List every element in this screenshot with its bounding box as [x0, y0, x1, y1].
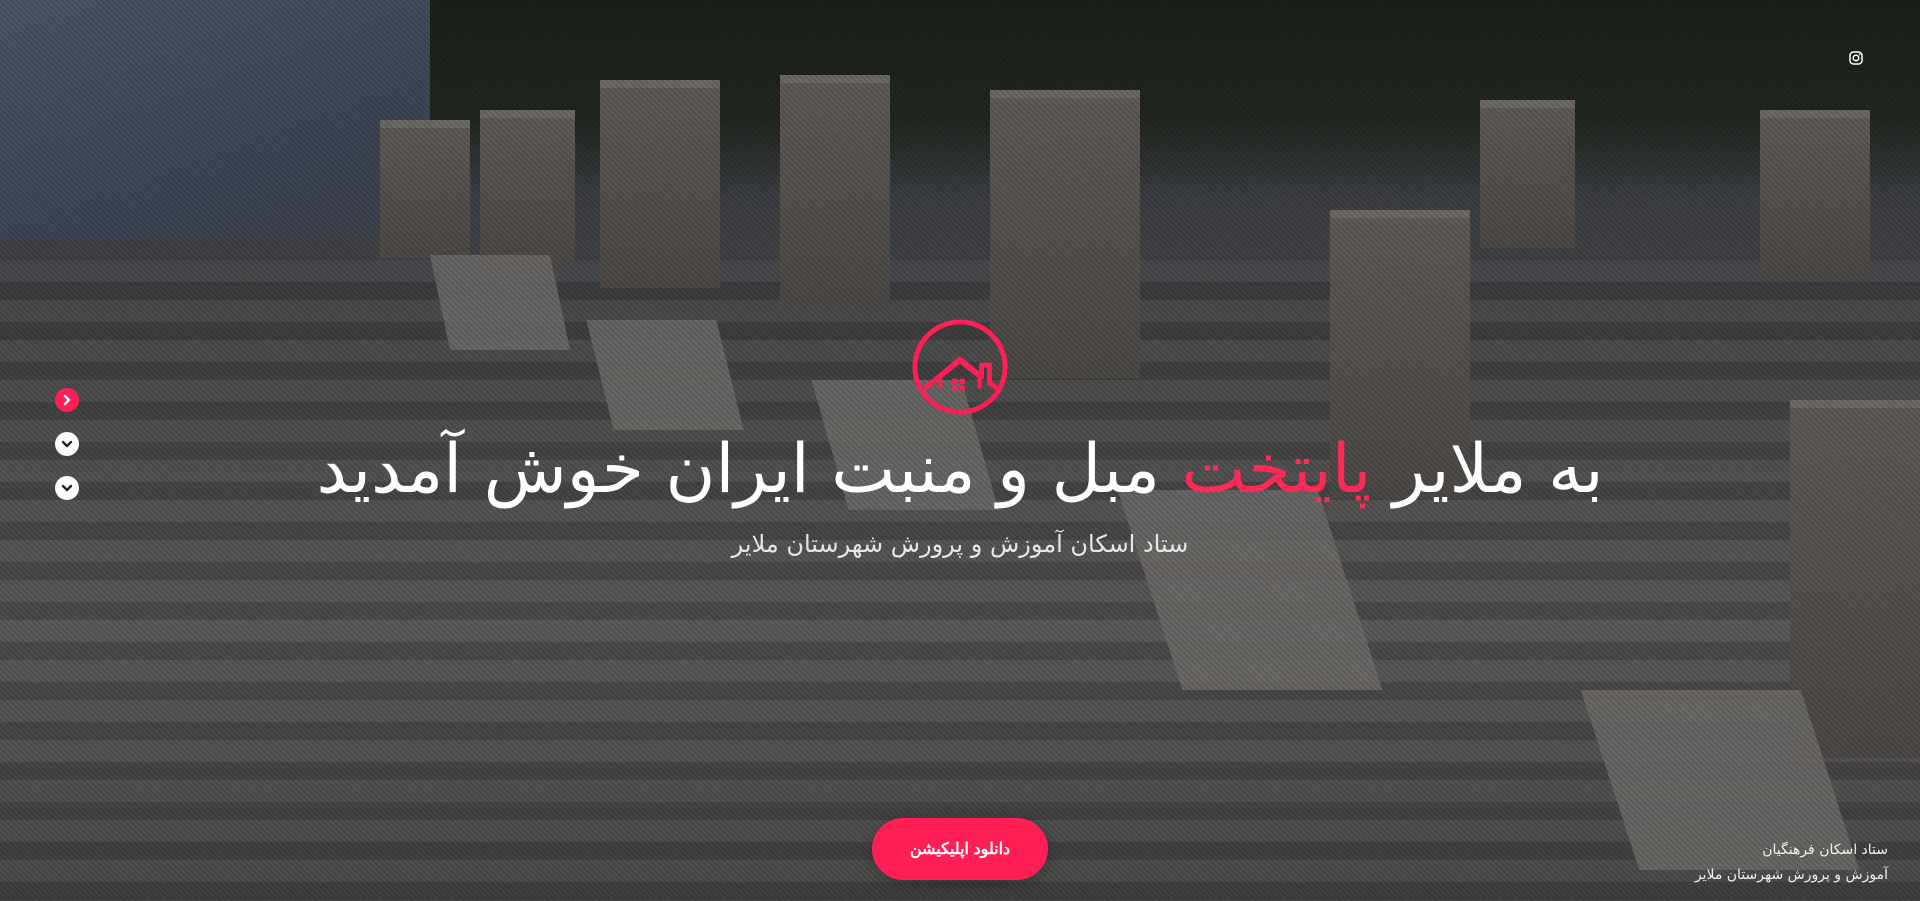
- footer-note: ستاد اسکان فرهنگیان آموزش و پرورش شهرستا…: [1695, 838, 1888, 888]
- chevron-down-icon: [61, 440, 73, 448]
- footer-note-line1: ستاد اسکان فرهنگیان: [1762, 842, 1888, 858]
- chevron-right-icon: [63, 394, 71, 406]
- house-logo-icon: [912, 319, 1008, 415]
- hero-title: به ملایر پایتخت مبل و منبت ایران خوش آمد…: [0, 425, 1920, 515]
- chevron-down-icon: [61, 484, 73, 492]
- instagram-icon: [1849, 51, 1863, 65]
- instagram-link[interactable]: [1838, 40, 1874, 76]
- hero-subtitle: ستاد اسکان آموزش و پرورش شهرستان ملایر: [731, 530, 1189, 558]
- slider-nav-dot-3[interactable]: [55, 476, 79, 500]
- slider-nav: [55, 388, 81, 520]
- slider-nav-dot-1[interactable]: [55, 388, 79, 412]
- hero-title-part1: به ملایر: [1371, 430, 1604, 509]
- hero-title-part2: مبل و منبت ایران خوش آمدید: [316, 430, 1182, 509]
- hero-section: به ملایر پایتخت مبل و منبت ایران خوش آمد…: [0, 0, 1920, 901]
- download-app-button[interactable]: دانلود اپلیکیشن: [872, 818, 1048, 880]
- footer-note-line2: آموزش و پرورش شهرستان ملایر: [1694, 867, 1888, 883]
- slider-nav-dot-2[interactable]: [55, 432, 79, 456]
- hero-title-accent: پایتخت: [1181, 430, 1372, 509]
